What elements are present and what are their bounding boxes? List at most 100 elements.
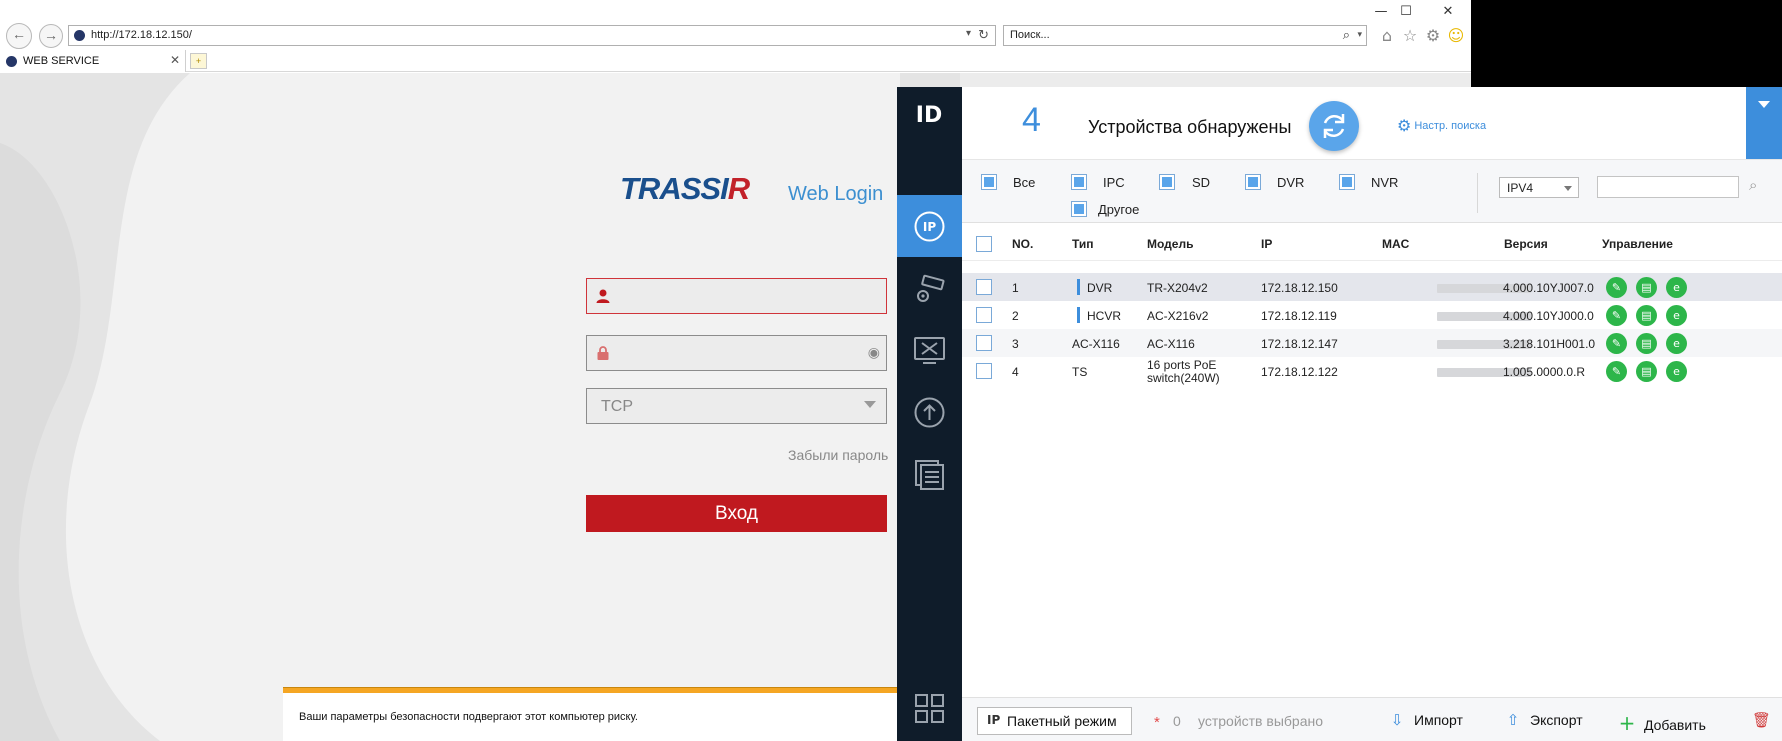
browser-search-box[interactable]: Поиск... ⌕ ▾ xyxy=(1003,25,1367,46)
table-row[interactable]: 2 HCVR AC-X216v2 172.18.12.119 4.000.10Y… xyxy=(962,301,1782,329)
password-input[interactable] xyxy=(617,340,867,366)
favorites-star-icon[interactable]: ☆ xyxy=(1400,26,1420,46)
protocol-select[interactable]: TCP xyxy=(586,388,887,424)
username-input[interactable] xyxy=(617,283,867,309)
smiley-feedback-icon[interactable]: ☺ xyxy=(1446,26,1466,46)
filter-checkbox-sd[interactable] xyxy=(1159,174,1175,190)
column-header-version[interactable]: Версия xyxy=(1504,237,1548,251)
tools-icon xyxy=(914,337,945,364)
device-filter-input[interactable] xyxy=(1597,176,1739,198)
filter-checkbox-nvr[interactable] xyxy=(1339,174,1355,190)
refresh-search-button[interactable] xyxy=(1309,101,1359,151)
filter-checkbox-dvr[interactable] xyxy=(1245,174,1261,190)
gear-icon[interactable]: ⚙ xyxy=(1423,26,1443,46)
device-table-header: NO. Тип Модель IP MAC Версия Управление xyxy=(962,227,1782,261)
filter-checkbox-all[interactable] xyxy=(981,174,997,190)
password-field[interactable]: ◉ xyxy=(586,335,887,371)
table-row[interactable]: 4 TS 16 ports PoE switch(240W) 172.18.12… xyxy=(962,357,1782,385)
back-button[interactable]: ← xyxy=(6,23,32,49)
filter-checkbox-ipc[interactable] xyxy=(1071,174,1087,190)
device-search-tool: ID IP 4 Устройства обнаружены ⚙ Настр. п… xyxy=(897,87,1782,741)
column-header-manage: Управление xyxy=(1602,237,1673,251)
ip-version-select[interactable]: IPV4 xyxy=(1499,177,1579,198)
details-icon[interactable]: ▤ xyxy=(1636,305,1657,326)
address-bar[interactable]: http://172.18.12.150/ ▾ ↻ xyxy=(68,25,996,46)
filter-divider xyxy=(1477,173,1478,213)
search-settings-link[interactable]: ⚙ Настр. поиска xyxy=(1397,116,1486,135)
protocol-value: TCP xyxy=(601,398,633,415)
chevron-down-icon xyxy=(1564,186,1572,191)
login-button[interactable]: Вход xyxy=(586,495,887,532)
new-tab-button[interactable]: + xyxy=(190,53,207,69)
batch-mode-button[interactable]: IP Пакетный режим xyxy=(977,707,1132,735)
column-header-mac[interactable]: MAC xyxy=(1382,237,1409,251)
tab-web-service[interactable]: WEB SERVICE ✕ xyxy=(0,50,186,72)
browser-open-icon[interactable]: e xyxy=(1666,333,1687,354)
forgot-password-link[interactable]: Забыли пароль xyxy=(788,447,888,463)
row-checkbox[interactable] xyxy=(976,279,992,295)
chevron-down-icon xyxy=(864,401,876,408)
delete-button[interactable]: 🗑 xyxy=(1752,711,1771,729)
refresh-icon[interactable]: ↻ xyxy=(978,27,989,43)
sidebar-item-device-config[interactable] xyxy=(897,257,962,319)
browser-open-icon[interactable]: e xyxy=(1666,305,1687,326)
upgrade-icon xyxy=(914,397,945,428)
devices-found-label: Устройства обнаружены xyxy=(1088,117,1292,137)
search-icon[interactable]: ⌕ xyxy=(1749,176,1757,194)
type-marker xyxy=(1077,307,1080,323)
tool-footer: IP Пакетный режим * 0 устройств выбрано … xyxy=(962,697,1782,741)
export-button[interactable]: ⇧ Экспорт xyxy=(1504,711,1583,729)
add-button[interactable]: + Добавить xyxy=(1618,711,1706,735)
plus-icon: + xyxy=(1618,711,1636,735)
search-icon[interactable]: ⌕ xyxy=(1343,27,1350,43)
chevron-down-icon[interactable]: ▾ xyxy=(1357,29,1362,40)
maximize-button[interactable]: ☐ xyxy=(1386,2,1426,22)
details-icon[interactable]: ▤ xyxy=(1636,277,1657,298)
select-all-checkbox[interactable] xyxy=(976,236,992,252)
cell-ip: 172.18.12.119 xyxy=(1261,309,1337,323)
eye-icon[interactable]: ◉ xyxy=(868,344,880,361)
cell-ip: 172.18.12.122 xyxy=(1261,365,1338,379)
details-icon[interactable]: ▤ xyxy=(1636,361,1657,382)
sidebar-item-system-tools[interactable] xyxy=(897,319,962,381)
sidebar-item-upgrade[interactable] xyxy=(897,381,962,443)
cell-type: AC-X116 xyxy=(1072,337,1120,351)
tool-header: 4 Устройства обнаружены ⚙ Настр. поиска xyxy=(962,87,1782,162)
app-grid-icon[interactable] xyxy=(913,692,946,725)
home-icon[interactable]: ⌂ xyxy=(1377,26,1397,46)
chevron-down-icon[interactable]: ▾ xyxy=(966,28,971,39)
table-row[interactable]: 1 DVR TR-X204v2 172.18.12.150 4.000.10YJ… xyxy=(962,273,1782,301)
column-header-no[interactable]: NO. xyxy=(1012,237,1033,251)
close-window-button[interactable]: ✕ xyxy=(1428,2,1468,22)
row-checkbox[interactable] xyxy=(976,307,992,323)
row-checkbox[interactable] xyxy=(976,335,992,351)
close-tab-icon[interactable]: ✕ xyxy=(170,53,180,67)
filter-checkbox-other[interactable] xyxy=(1071,201,1087,217)
row-checkbox[interactable] xyxy=(976,363,992,379)
browser-open-icon[interactable]: e xyxy=(1666,277,1687,298)
column-header-type[interactable]: Тип xyxy=(1072,237,1094,251)
edit-icon[interactable]: ✎ xyxy=(1606,305,1627,326)
column-header-ip[interactable]: IP xyxy=(1261,237,1272,251)
collapse-panel-button[interactable] xyxy=(1746,87,1782,162)
edit-icon[interactable]: ✎ xyxy=(1606,333,1627,354)
column-header-model[interactable]: Модель xyxy=(1147,237,1193,251)
edit-icon[interactable]: ✎ xyxy=(1606,277,1627,298)
filter-label-dvr: DVR xyxy=(1277,175,1305,190)
table-row[interactable]: 3 AC-X116 AC-X116 172.18.12.147 3.218.10… xyxy=(962,329,1782,357)
cell-ip: 172.18.12.147 xyxy=(1261,337,1338,351)
import-button[interactable]: ⇩ Импорт xyxy=(1388,711,1463,729)
edit-icon[interactable]: ✎ xyxy=(1606,361,1627,382)
browser-open-icon[interactable]: e xyxy=(1666,361,1687,382)
sidebar-item-documents[interactable] xyxy=(897,443,962,505)
filter-label-other: Другое xyxy=(1098,202,1140,217)
logo-text-accent: R xyxy=(727,171,750,206)
address-url[interactable]: http://172.18.12.150/ xyxy=(91,29,192,41)
username-field[interactable] xyxy=(586,278,887,314)
details-icon[interactable]: ▤ xyxy=(1636,333,1657,354)
export-label: Экспорт xyxy=(1530,712,1583,728)
forward-button[interactable]: → xyxy=(39,24,63,48)
svg-text:IP: IP xyxy=(923,220,936,234)
sidebar-item-ip-search[interactable]: IP xyxy=(897,195,962,257)
cell-no: 4 xyxy=(1012,365,1019,379)
